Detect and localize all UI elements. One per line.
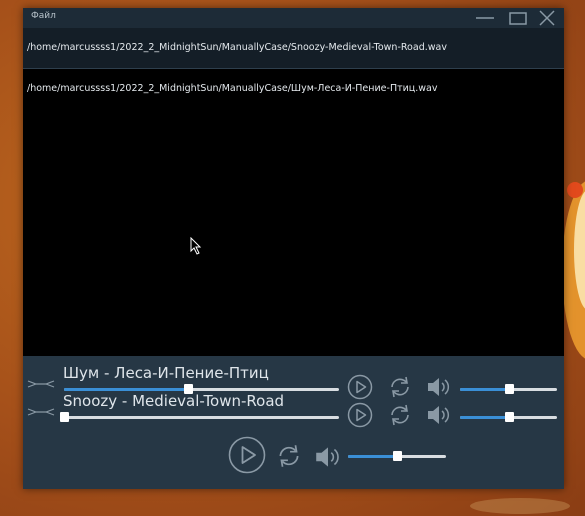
loop-icon[interactable] [387,402,413,428]
drag-handle-icon[interactable] [27,379,55,389]
file-path-text: /home/marcussss1/2022_2_MidnightSun/Manu… [27,42,447,53]
file-path-text: /home/marcussss1/2022_2_MidnightSun/Manu… [27,83,438,94]
menu-file[interactable]: Файл [31,11,56,21]
app-window: Файл /home/marcussss1/2022_2_MidnightSun… [23,8,564,489]
close-icon[interactable] [537,10,557,26]
minimize-icon[interactable] [475,10,495,26]
speaker-icon[interactable] [313,444,343,470]
file-path-bar: /home/marcussss1/2022_2_MidnightSun/Manu… [23,28,564,69]
controls-panel: Шум - Леса-И-Пение-Птиц Snoozy - Medieva… [23,356,564,489]
play-circle-icon[interactable] [347,402,373,428]
output-area: /home/marcussss1/2022_2_MidnightSun/Manu… [23,69,564,356]
titlebar: Файл [23,8,564,28]
speaker-icon[interactable] [425,403,453,427]
drag-handle-icon[interactable] [27,407,55,417]
track-progress-slider[interactable] [60,412,339,423]
track-volume-slider[interactable] [460,412,557,423]
loop-icon[interactable] [275,442,303,470]
track-row: Snoozy - Medieval-Town-Road [23,392,564,428]
master-volume-slider[interactable] [348,451,446,462]
maximize-icon[interactable] [508,10,528,26]
mouse-cursor-icon [190,237,202,255]
track-title: Snoozy - Medieval-Town-Road [63,392,285,410]
play-circle-icon[interactable] [228,436,266,474]
track-title: Шум - Леса-И-Пение-Птиц [63,364,269,382]
